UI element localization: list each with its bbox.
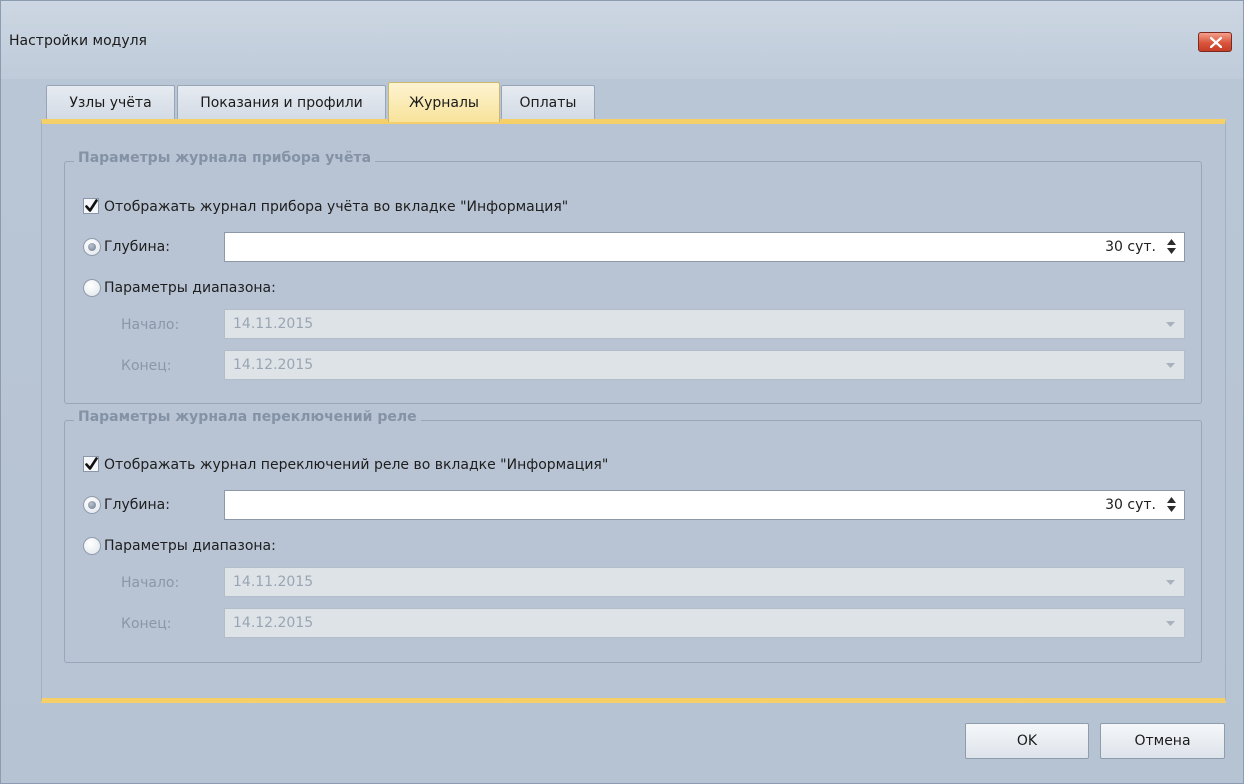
title-bar: Настройки модуля [1,1,1243,79]
start-date-value: 14.11.2015 [233,316,314,332]
depth-label: Глубина: [104,239,170,255]
checkbox-label: Отображать журнал переключений реле во в… [104,457,609,473]
tab-readings-profiles[interactable]: Показания и профили [177,85,386,121]
start-date-field[interactable]: 14.11.2015 [224,309,1185,339]
depth-value: 30 сут. [1105,497,1156,513]
group-title: Параметры журнала прибора учёта [74,150,376,166]
start-date-value: 14.11.2015 [233,574,314,590]
radio-selected-dot [88,243,96,251]
spin-down-icon[interactable] [1166,505,1177,514]
end-label: Конец: [121,358,172,374]
depth-label: Глубина: [104,497,170,513]
end-date-field[interactable]: 14.12.2015 [224,608,1185,638]
show-meter-journal-checkbox[interactable] [83,198,99,214]
end-label: Конец: [121,616,172,632]
checkmark-icon [85,457,98,470]
relay-journal-group: Параметры журнала переключений реле Отоб… [64,409,1202,663]
settings-dialog: Настройки модуля Узлы учёта Показания и … [0,0,1244,784]
dropdown-arrow-icon[interactable] [1166,322,1175,327]
range-label: Параметры диапазона: [104,280,276,296]
range-radio[interactable] [83,537,101,555]
show-relay-journal-checkbox[interactable] [83,456,99,472]
spin-up-icon[interactable] [1166,495,1177,504]
end-date-field[interactable]: 14.12.2015 [224,350,1185,380]
range-radio[interactable] [83,279,101,297]
range-label: Параметры диапазона: [104,538,276,554]
start-label: Начало: [121,317,180,333]
close-icon [1210,37,1222,48]
depth-spin-input[interactable]: 30 сут. [224,232,1185,262]
depth-value: 30 сут. [1105,239,1156,255]
end-date-value: 14.12.2015 [233,357,314,373]
meter-journal-group: Параметры журнала прибора учёта Отобража… [64,150,1202,404]
group-title: Параметры журнала переключений реле [74,409,421,425]
cancel-button[interactable]: Отмена [1100,723,1225,759]
spin-down-icon[interactable] [1166,247,1177,256]
tab-journals[interactable]: Журналы [388,82,500,122]
spin-up-icon[interactable] [1166,237,1177,246]
end-date-value: 14.12.2015 [233,615,314,631]
dropdown-arrow-icon[interactable] [1166,580,1175,585]
checkmark-icon [85,199,98,212]
window-title: Настройки модуля [9,33,147,49]
radio-selected-dot [88,501,96,509]
depth-radio[interactable] [83,496,101,514]
depth-spin-input[interactable]: 30 сут. [224,490,1185,520]
dropdown-arrow-icon[interactable] [1166,363,1175,368]
tab-payments[interactable]: Оплаты [501,85,595,121]
start-date-field[interactable]: 14.11.2015 [224,567,1185,597]
dropdown-arrow-icon[interactable] [1166,621,1175,626]
start-label: Начало: [121,575,180,591]
journals-tab-panel: Параметры журнала прибора учёта Отобража… [41,119,1226,703]
tab-metering-nodes[interactable]: Узлы учёта [46,85,175,121]
close-button[interactable] [1198,32,1232,52]
depth-radio[interactable] [83,238,101,256]
checkbox-label: Отображать журнал прибора учёта во вклад… [104,199,569,215]
ok-button[interactable]: OK [965,723,1089,759]
